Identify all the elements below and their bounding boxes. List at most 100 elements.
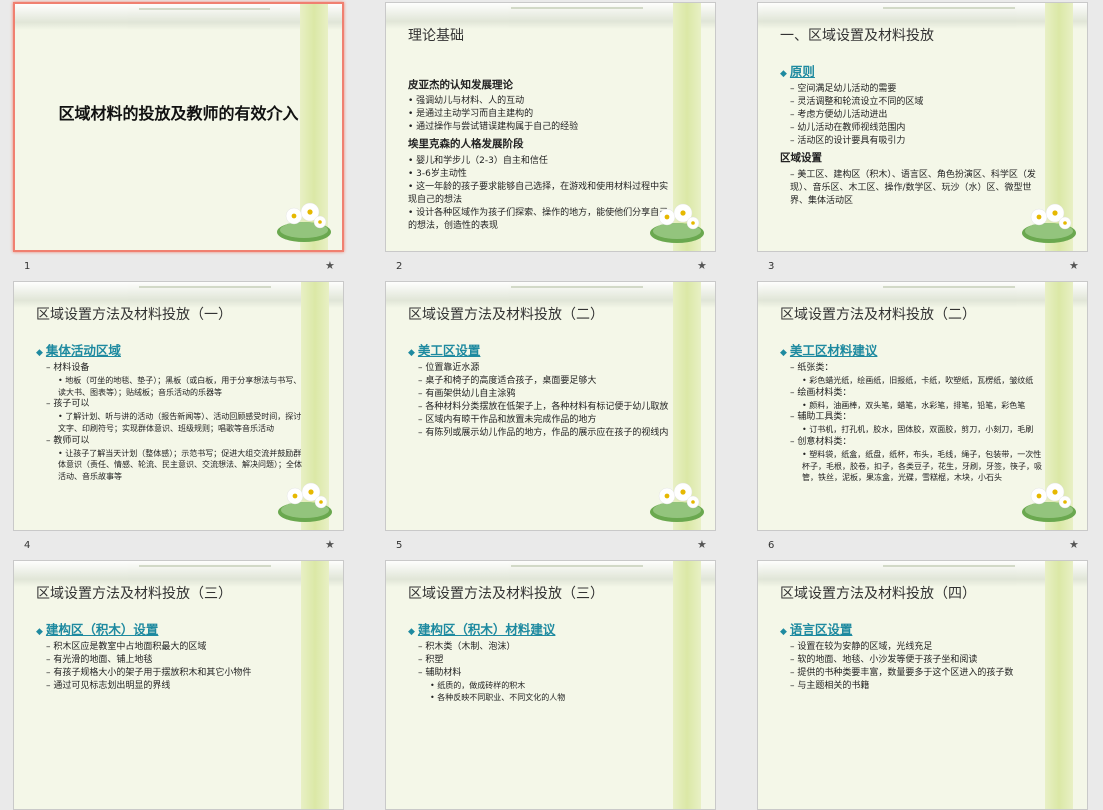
slide-body: 皮亚杰的认知发展理论强调幼儿与材料、人的互动是通过主动学习而自主建构的通过操作与…: [408, 75, 675, 233]
slide-title: 理论基础: [408, 28, 464, 44]
slide-text-line: 这一年龄的孩子要求能够自己选择，在游戏和使用材料过程中实现自己的想法: [408, 181, 675, 207]
slide-text-line: 美工区、建构区（积木）、语言区、角色扮演区、科学区（发现）、音乐区、木工区、操作…: [780, 169, 1047, 208]
slide-text-line: 彩色蜡光纸，绘画纸，旧报纸，卡纸，吹塑纸，瓦楞纸，皱纹纸: [780, 375, 1047, 387]
slide-text-line: 各种反映不同职业、不同文化的人物: [408, 692, 675, 704]
slide-text-line: 婴儿和学步儿（2-3）自主和信任: [408, 155, 675, 168]
slide-text-line: 美工区设置: [408, 342, 675, 360]
slide-text-line: 各种材料分类摆放在低架子上，各种材料有标记便于幼儿取放: [408, 401, 675, 414]
slide-text-line: 美工区材料建议: [780, 342, 1047, 360]
slide-text-line: 是通过主动学习而自主建构的: [408, 108, 675, 121]
slide-transition-star-icon[interactable]: ★: [1069, 259, 1079, 272]
slide-text-line: 区域设置: [780, 152, 822, 165]
flower-bowl-image: [1022, 482, 1076, 522]
slide-thumbnail-9[interactable]: 区域设置方法及材料投放（四） 语言区设置设置在较为安静的区域，光线充足软的地面、地…: [757, 560, 1088, 810]
slide-body: 原则空间满足幼儿活动的需要灵活调整和轮流设立不同的区域考虑方便幼儿活动进出幼儿活…: [780, 63, 1047, 208]
slide-title: 区域设置方法及材料投放（二）: [780, 307, 976, 323]
slide-thumbnail-4[interactable]: 区域设置方法及材料投放（一） 集体活动区域材料设备地板（可坐的地毯、垫子）；黑板（…: [13, 281, 344, 531]
slide-text-line: 纸质的，做成砖样的积木: [408, 680, 675, 692]
slide-text-line: 了解计划、听与讲的活动（报告新闻等）、活动回顾感受时间，探讨文字、印刷符号；实现…: [36, 411, 303, 434]
slide-text-line: 桌子和椅子的高度适合孩子，桌面要足够大: [408, 375, 675, 388]
slide-text-line: 集体活动区域: [36, 342, 303, 360]
slide-text-line: 位置靠近水源: [408, 362, 675, 375]
slide-text-line: 皮亚杰的认知发展理论: [408, 79, 513, 91]
slide-text-line: 考虑方便幼儿活动进出: [780, 109, 1047, 122]
slide-thumbnail-2[interactable]: 理论基础皮亚杰的认知发展理论强调幼儿与材料、人的互动是通过主动学习而自主建构的通…: [385, 2, 716, 252]
slide-transition-star-icon[interactable]: ★: [325, 538, 335, 551]
slide-text-line: 辅助工具类：: [780, 411, 1047, 424]
slide-number: 1: [24, 261, 31, 272]
slide-text-line: 区域内有晾干作品和放置未完成作品的地方: [408, 414, 675, 427]
slide-text-line: 有光滑的地面、铺上地毯: [36, 654, 303, 667]
slide-text-line: 建构区（积木）设置: [36, 621, 303, 639]
slide-text-line: 语言区设置: [780, 621, 1047, 639]
slide-body: 美工区材料建议纸张类：彩色蜡光纸，绘画纸，旧报纸，卡纸，吹塑纸，瓦楞纸，皱纹纸绘…: [780, 342, 1047, 484]
slide-text-line: 教师可以: [36, 435, 303, 448]
flower-bowl-image: [650, 482, 704, 522]
slide-number: 5: [396, 540, 403, 551]
slide-transition-star-icon[interactable]: ★: [697, 538, 707, 551]
slide-text-line: 孩子可以: [36, 398, 303, 411]
slide-green-stripe: [673, 561, 701, 809]
slide-thumbnail-3[interactable]: 一、区域设置及材料投放原则空间满足幼儿活动的需要灵活调整和轮流设立不同的区域考虑…: [757, 2, 1088, 252]
slide-transition-star-icon[interactable]: ★: [325, 259, 335, 272]
flower-bowl-image: [1022, 203, 1076, 243]
flower-bowl-image: [650, 203, 704, 243]
slide-title: 区域设置方法及材料投放（二）: [408, 307, 604, 323]
slide-thumbnail-8[interactable]: 区域设置方法及材料投放（三） 建构区（积木）材料建议积木类（木制、泡沫）积塑辅助材…: [385, 560, 716, 810]
slide-header-decoration: [15, 4, 342, 30]
slide-text-line: 设计各种区域作为孩子们探索、操作的地方，能使他们分享自己的想法，创造性的表现: [408, 207, 675, 233]
slide-text-line: 通过操作与尝试错误建构属于自己的经验: [408, 121, 675, 134]
slide-text-line: 空间满足幼儿活动的需要: [780, 83, 1047, 96]
flower-bowl-image: [278, 482, 332, 522]
slide-thumbnail-7[interactable]: 区域设置方法及材料投放（三） 建构区（积木）设置积木区应是教室中占地面积最大的区域…: [13, 560, 344, 810]
slide-green-stripe: [1045, 561, 1073, 809]
slide-text-line: 与主题相关的书籍: [780, 680, 1047, 693]
slide-text-line: 有孩子规格大小的架子用于摆放积木和其它小物件: [36, 667, 303, 680]
slide-body: 集体活动区域材料设备地板（可坐的地毯、垫子）；黑板（或白板，用于分享想法与书写、…: [36, 342, 303, 482]
slide-thumbnail-5[interactable]: 区域设置方法及材料投放（二） 美工区设置位置靠近水源桌子和椅子的高度适合孩子，桌面…: [385, 281, 716, 531]
slide-text-line: 积木区应是教室中占地面积最大的区域: [36, 641, 303, 654]
slide-title: 区域设置方法及材料投放（三）: [36, 586, 232, 602]
slide-thumbnail-6[interactable]: 区域设置方法及材料投放（二） 美工区材料建议纸张类：彩色蜡光纸，绘画纸，旧报纸，卡…: [757, 281, 1088, 531]
slide-text-line: 创意材料类：: [780, 436, 1047, 449]
slide-text-line: 原则: [780, 63, 1047, 81]
slide-title: 区域材料的投放及教师的有效介入: [58, 104, 299, 123]
slide-text-line: 强调幼儿与材料、人的互动: [408, 95, 675, 108]
slide-body: 建构区（积木）材料建议积木类（木制、泡沫）积塑辅助材料纸质的，做成砖样的积木各种…: [408, 621, 675, 703]
slide-text-line: 颜料，油画棒，双头笔，蜡笔，水彩笔，排笔，铅笔，彩色笔: [780, 400, 1047, 412]
slide-text-line: 软的地面、地毯、小沙发等便于孩子坐和阅读: [780, 654, 1047, 667]
slide-title: 区域设置方法及材料投放（四）: [780, 586, 976, 602]
slide-text-line: 地板（可坐的地毯、垫子）；黑板（或白板，用于分享想法与书写、读大书、图表等）；贴…: [36, 375, 303, 398]
slide-title: 区域设置方法及材料投放（三）: [408, 586, 604, 602]
slide-text-line: 塑料袋，纸盒，纸盘，纸杯，布头，毛线，绳子，包装带，一次性杯子，毛根，胶卷，扣子…: [780, 449, 1047, 484]
slide-text-line: 让孩子了解当天计划（整体感）；示范书写；促进大组交流并鼓励群体意识（责任、情感、…: [36, 448, 303, 483]
slide-text-line: 纸张类：: [780, 362, 1047, 375]
slide-text-line: 有陈列或展示幼儿作品的地方，作品的展示应在孩子的视线内: [408, 427, 675, 440]
flower-bowl-image: [277, 202, 331, 242]
slide-text-line: 提供的书种类要丰富，数量要多于这个区进入的孩子数: [780, 667, 1047, 680]
slide-text-line: 材料设备: [36, 362, 303, 375]
slide-text-line: 灵活调整和轮流设立不同的区域: [780, 96, 1047, 109]
slide-text-line: 3-6岁主动性: [408, 168, 675, 181]
slide-text-line: 埃里克森的人格发展阶段: [408, 138, 524, 151]
slide-text-line: 通过可见标志划出明显的界线: [36, 680, 303, 693]
slide-text-line: 活动区的设计要具有吸引力: [780, 135, 1047, 148]
slide-number: 6: [768, 540, 775, 551]
slide-title: 一、区域设置及材料投放: [780, 28, 934, 44]
slide-text-line: 幼儿活动在教师视线范围内: [780, 122, 1047, 135]
slide-transition-star-icon[interactable]: ★: [697, 259, 707, 272]
slide-text-line: 绘画材料类：: [780, 387, 1047, 400]
slide-text-line: 订书机，打孔机，胶水，固体胶，双面胶，剪刀，小刻刀，毛刷: [780, 424, 1047, 436]
slide-text-line: 积塑: [408, 654, 675, 667]
slide-body: 美工区设置位置靠近水源桌子和椅子的高度适合孩子，桌面要足够大有画架供幼儿自主涂鸦…: [408, 342, 675, 440]
slide-green-stripe: [301, 561, 329, 809]
slide-thumbnail-1[interactable]: 区域材料的投放及教师的有效介入: [13, 2, 344, 252]
slide-text-line: 辅助材料: [408, 667, 675, 680]
slide-text-line: 设置在较为安静的区域，光线充足: [780, 641, 1047, 654]
slide-number: 2: [396, 261, 403, 272]
slide-title: 区域设置方法及材料投放（一）: [36, 307, 232, 323]
slide-body: 建构区（积木）设置积木区应是教室中占地面积最大的区域有光滑的地面、铺上地毯有孩子…: [36, 621, 303, 693]
slide-transition-star-icon[interactable]: ★: [1069, 538, 1079, 551]
slide-text-line: 建构区（积木）材料建议: [408, 621, 675, 639]
slide-text-line: 积木类（木制、泡沫）: [408, 641, 675, 654]
